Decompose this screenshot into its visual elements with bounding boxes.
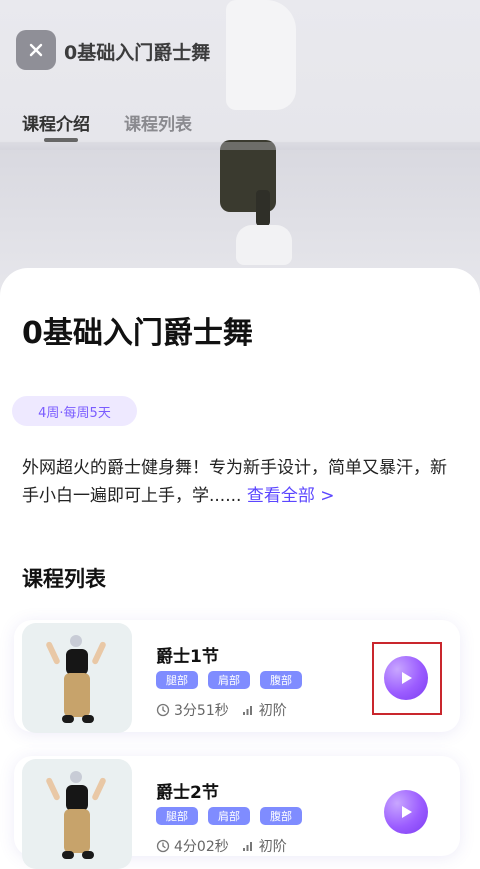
duration: 4分02秒 xyxy=(156,836,229,856)
lesson-title: 爵士1节 xyxy=(156,647,219,667)
close-button[interactable] xyxy=(16,30,56,70)
tag: 肩部 xyxy=(208,807,250,825)
lesson-tags: 腿部 肩部 腹部 xyxy=(156,807,302,825)
lesson-thumbnail xyxy=(22,759,132,869)
lesson-meta: 3分51秒 初阶 xyxy=(156,700,287,720)
close-icon xyxy=(29,43,43,57)
dancer-shoe-bottom xyxy=(236,225,292,265)
header-title: 0基础入门爵士舞 xyxy=(64,42,211,64)
play-icon xyxy=(402,806,412,818)
duration: 3分51秒 xyxy=(156,700,229,720)
tab-bar-shade xyxy=(0,142,480,150)
course-title: 0基础入门爵士舞 xyxy=(22,316,253,351)
tab-course-intro[interactable]: 课程介绍 xyxy=(22,110,90,135)
lesson-thumbnail xyxy=(22,623,132,733)
level-text: 初阶 xyxy=(258,703,287,719)
level: 初阶 xyxy=(241,700,287,720)
signal-bars-icon xyxy=(242,706,252,715)
lesson-card[interactable]: 爵士2节 腿部 肩部 腹部 4分02秒 初阶 xyxy=(14,756,460,869)
level-text: 初阶 xyxy=(258,839,287,855)
play-button[interactable] xyxy=(384,790,428,834)
clock-icon xyxy=(156,839,170,853)
tag: 腿部 xyxy=(156,807,198,825)
tag: 腿部 xyxy=(156,671,198,689)
tag: 腹部 xyxy=(260,807,302,825)
tag: 肩部 xyxy=(208,671,250,689)
lesson-tags: 腿部 肩部 腹部 xyxy=(156,671,302,689)
schedule-badge: 4周·每周5天 xyxy=(12,396,137,426)
tag: 腹部 xyxy=(260,671,302,689)
dancer-shoe-top xyxy=(226,0,296,110)
signal-bars-icon xyxy=(242,842,252,851)
tab-course-list[interactable]: 课程列表 xyxy=(124,110,192,135)
lesson-meta: 4分02秒 初阶 xyxy=(156,836,287,856)
lesson-title: 爵士2节 xyxy=(156,783,219,803)
dancer-sock xyxy=(256,190,270,226)
see-all-link[interactable]: 查看全部 > xyxy=(247,486,335,506)
tab-active-indicator xyxy=(44,138,78,142)
duration-text: 3分51秒 xyxy=(174,703,229,719)
level: 初阶 xyxy=(241,836,287,856)
course-description: 外网超火的爵士健身舞！专为新手设计，简单又暴汗，新手小白一遍即可上手，学....… xyxy=(22,454,462,510)
clock-icon xyxy=(156,703,170,717)
highlight-box xyxy=(372,642,442,715)
course-list-heading: 课程列表 xyxy=(22,567,106,591)
duration-text: 4分02秒 xyxy=(174,839,229,855)
description-text: 外网超火的爵士健身舞！专为新手设计，简单又暴汗，新手小白一遍即可上手，学....… xyxy=(22,458,447,506)
